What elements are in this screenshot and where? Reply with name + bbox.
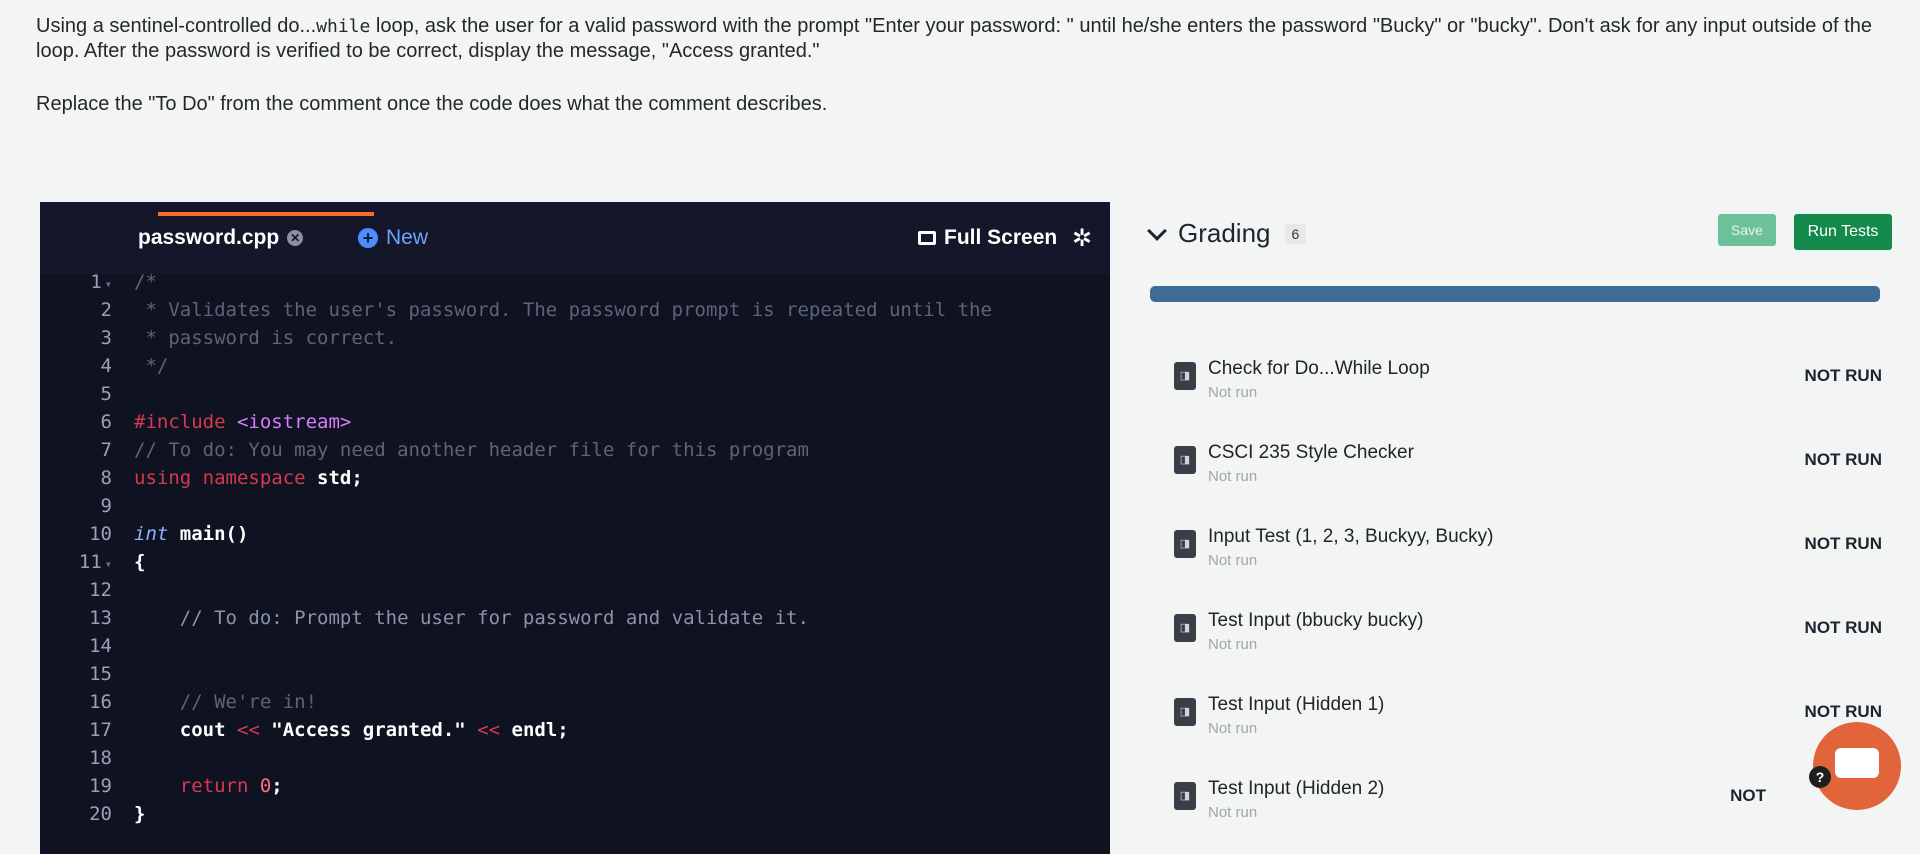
code-line: 4 */ [100,355,169,377]
test-item[interactable]: ◨ Check for Do...While Loop Not run NOT … [1174,358,1882,442]
active-tab-indicator [158,212,374,216]
code-line: 10 int main() [89,523,249,545]
code-line: 19 return 0; [89,775,283,797]
save-button[interactable]: Save [1718,214,1776,246]
test-list: ◨ Check for Do...While Loop Not run NOT … [1174,358,1882,854]
grading-progress-bar [1150,286,1880,302]
test-item[interactable]: ◨ Input Test (1, 2, 3, Buckyy, Bucky) No… [1174,526,1882,610]
new-label: New [386,226,429,249]
test-name: Test Input (Hidden 1) [1208,694,1385,715]
editor-tab-bar: password.cpp ✕ + New Full Screen ✲ [40,202,1110,274]
chat-icon [1835,748,1879,778]
code-line: 8 using namespace std; [100,467,363,489]
test-name: Test Input (Hidden 2) [1208,778,1385,799]
grading-panel: Grading 6 Save Run Tests ◨ Check for Do.… [1147,202,1896,854]
code-line: 20} [89,803,146,825]
test-status: NOT RUN [1804,450,1882,469]
chevron-down-icon[interactable] [1147,220,1167,241]
test-item[interactable]: ◨ Test Input (bbucky bucky) Not run NOT … [1174,610,1882,694]
code-line: 6 #include <iostream> [100,411,352,433]
code-line: 1 ▾/* [90,271,157,293]
test-type-icon: ◨ [1174,446,1196,474]
test-name: Input Test (1, 2, 3, Buckyy, Bucky) [1208,526,1494,547]
instruction-code: while [316,16,371,37]
test-substatus: Not run [1208,720,1258,737]
full-screen-button[interactable]: Full Screen [918,226,1057,250]
test-status: NOT RUN [1804,618,1882,637]
code-line: 16 // We're in! [89,691,318,713]
full-screen-label: Full Screen [944,226,1058,249]
full-screen-icon [918,231,936,245]
help-chat-button[interactable]: ? [1809,722,1901,810]
code-line: 15 [89,663,112,685]
assignment-instructions: Using a sentinel-controlled do...while l… [36,14,1876,145]
code-line: 18 [89,747,112,769]
code-line: 13 // To do: Prompt the user for passwor… [89,607,809,629]
instructions-paragraph-1: Using a sentinel-controlled do...while l… [36,14,1876,64]
code-line: 17 cout << "Access granted." << endl; [89,719,569,741]
tab-password-cpp[interactable]: password.cpp ✕ [138,226,304,250]
test-item[interactable]: ◨ CSCI 235 Style Checker Not run NOT RUN [1174,442,1882,526]
test-type-icon: ◨ [1174,362,1196,390]
test-type-icon: ◨ [1174,698,1196,726]
code-line: 3 * password is correct. [100,327,398,349]
instructions-paragraph-2: Replace the "To Do" from the comment onc… [36,93,828,115]
code-line: 7// To do: You may need another header f… [100,439,809,461]
grading-header[interactable]: Grading 6 [1147,218,1307,249]
plus-icon: + [358,228,378,248]
new-file-button[interactable]: + New [358,226,428,250]
question-badge: ? [1809,766,1831,788]
test-item[interactable]: ◨ Test Input (Hidden 2) Not run NOT [1174,778,1882,854]
test-name: Test Input (bbucky bucky) [1208,610,1424,631]
code-area[interactable]: 1 ▾/* 2 * Validates the user's password. … [40,268,1110,828]
tab-label: password.cpp [138,226,280,249]
test-substatus: Not run [1208,384,1258,401]
test-type-icon: ◨ [1174,782,1196,810]
test-substatus: Not run [1208,552,1258,569]
code-line: 14 [89,635,112,657]
code-line: 12 [89,579,112,601]
test-substatus: Not run [1208,804,1258,821]
test-status: NOT RUN [1804,534,1882,553]
test-status: NOT RUN [1804,702,1882,721]
test-name: CSCI 235 Style Checker [1208,442,1414,463]
code-editor[interactable]: password.cpp ✕ + New Full Screen ✲ 1 ▾/* … [40,202,1110,854]
code-line: 11 ▾{ [78,551,146,573]
code-line: 5 [100,383,112,405]
test-count-badge: 6 [1284,223,1307,244]
test-status: NOT RUN [1804,366,1882,385]
test-name: Check for Do...While Loop [1208,358,1430,379]
gear-icon[interactable]: ✲ [1072,224,1092,253]
code-line: 2 * Validates the user's password. The p… [100,299,992,321]
test-type-icon: ◨ [1174,530,1196,558]
test-substatus: Not run [1208,468,1258,485]
instruction-text: Using a sentinel-controlled do... [36,15,317,37]
close-tab-icon[interactable]: ✕ [287,230,304,246]
run-tests-button[interactable]: Run Tests [1794,214,1892,250]
test-item[interactable]: ◨ Test Input (Hidden 1) Not run NOT RUN [1174,694,1882,778]
grading-title: Grading [1178,218,1271,248]
test-type-icon: ◨ [1174,614,1196,642]
code-line: 9 [100,495,112,517]
test-status: NOT [1730,786,1766,805]
test-substatus: Not run [1208,636,1258,653]
